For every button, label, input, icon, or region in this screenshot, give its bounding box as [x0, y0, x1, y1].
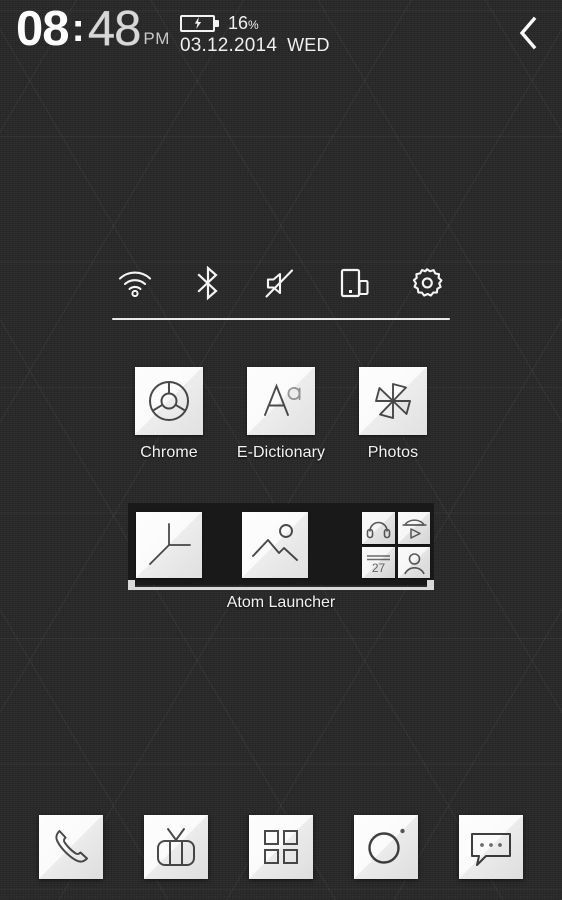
status-info: 16% 03.12.2014 WED — [180, 12, 330, 57]
app-icon-photos[interactable]: Photos — [338, 367, 448, 462]
chrome-icon — [135, 367, 203, 435]
toggle-settings[interactable] — [404, 262, 450, 304]
quick-toggles-row — [112, 262, 450, 304]
letter-aa-icon — [247, 367, 315, 435]
app-label: E-Dictionary — [236, 444, 326, 461]
folder-label: Atom Launcher — [226, 594, 336, 611]
dock — [0, 812, 562, 882]
volume-mute-icon — [265, 269, 294, 298]
analog-clock-icon[interactable] — [136, 512, 202, 578]
battery-charging-icon — [180, 14, 220, 32]
battery-status: 16% — [180, 12, 330, 34]
battery-percent-label: 16% — [228, 12, 259, 33]
mountain-photo-icon[interactable] — [242, 512, 308, 578]
folder-preview-grid[interactable]: 27 — [362, 512, 430, 578]
toggle-mute[interactable] — [258, 262, 304, 304]
toggle-rotation[interactable] — [331, 262, 377, 304]
headphones-icon — [362, 512, 395, 544]
date-value: 03.12.2014 — [180, 35, 278, 56]
dock-item-phone[interactable] — [38, 815, 103, 879]
clock-widget[interactable]: 08 : 48 PM — [16, 4, 170, 54]
clock-hours: 08 — [16, 2, 70, 56]
dock-item-messages[interactable] — [459, 815, 524, 879]
calendar-icon: 27 — [362, 546, 395, 578]
app-icon-e-dictionary[interactable]: E-Dictionary — [226, 367, 336, 462]
dock-item-app-drawer[interactable] — [248, 815, 313, 879]
person-icon — [397, 546, 430, 578]
clock-time: 08 : 48 PM — [16, 4, 170, 54]
dock-item-browser[interactable] — [143, 815, 208, 879]
screen-rotate-icon — [340, 268, 369, 298]
app-label: Chrome — [140, 444, 198, 461]
clock-minutes: 48 — [87, 2, 142, 56]
toggles-divider — [112, 318, 450, 320]
toggle-bluetooth[interactable] — [185, 262, 231, 304]
clock-meridiem: PM — [143, 29, 170, 48]
date-label: 03.12.2014 WED — [180, 35, 330, 57]
gear-icon — [412, 268, 443, 297]
weekday-value: WED — [287, 35, 330, 55]
video-play-icon — [397, 512, 430, 544]
chevron-left-icon[interactable] — [512, 14, 544, 52]
pinwheel-icon — [359, 367, 427, 435]
home-screen: 08 : 48 PM 16% 03.12.2014 WED Chrome E-D… — [0, 0, 562, 900]
app-label: Photos — [367, 444, 419, 461]
toggle-wifi[interactable] — [112, 262, 158, 304]
app-icon-chrome[interactable]: Chrome — [114, 367, 224, 462]
bluetooth-icon — [197, 265, 218, 301]
wifi-icon — [118, 271, 152, 297]
clock-separator: : — [71, 6, 85, 50]
dock-item-camera[interactable] — [354, 815, 419, 879]
folder-atom-launcher[interactable]: 27 — [128, 503, 434, 590]
